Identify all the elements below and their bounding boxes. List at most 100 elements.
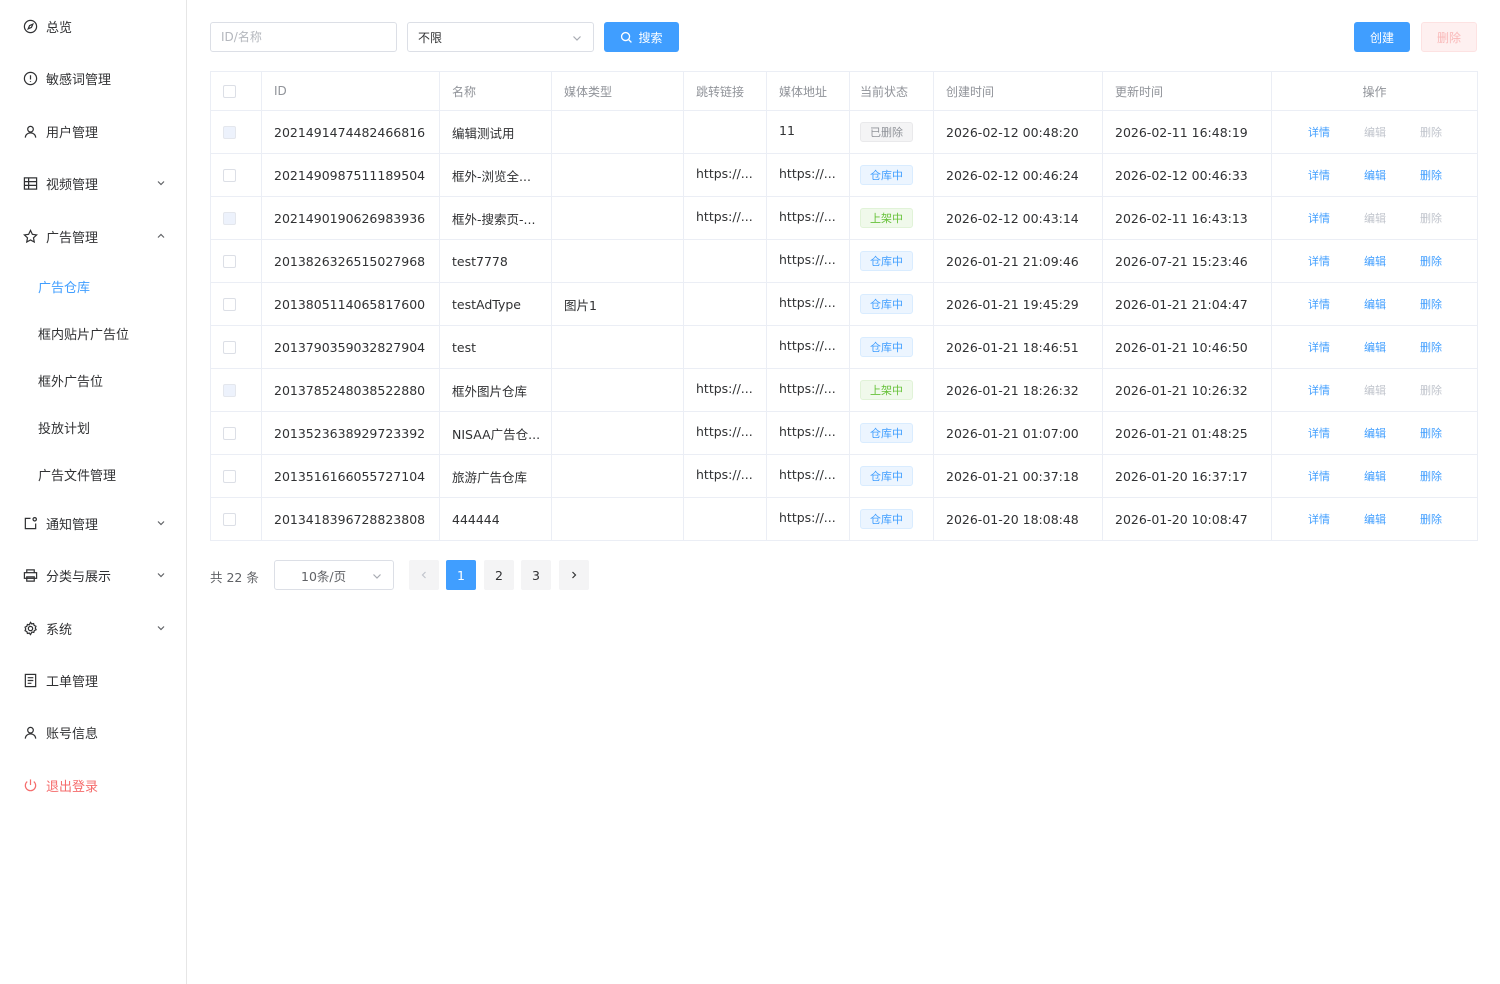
cell-media-type bbox=[552, 369, 684, 411]
row-checkbox-cell bbox=[211, 412, 262, 454]
search-input[interactable] bbox=[210, 22, 397, 52]
cell-state: 仓库中 bbox=[850, 154, 934, 196]
status-badge: 仓库中 bbox=[860, 251, 913, 271]
delete-link[interactable]: 删除 bbox=[1420, 511, 1442, 527]
cell-created: 2026-01-21 00:37:18 bbox=[934, 455, 1103, 497]
sidebar-item-ads[interactable]: 广告管理 bbox=[0, 216, 186, 256]
chevron-right-icon bbox=[569, 568, 579, 583]
page-button-3[interactable]: 3 bbox=[521, 560, 551, 590]
row-checkbox[interactable] bbox=[223, 426, 236, 440]
detail-link[interactable]: 详情 bbox=[1308, 210, 1330, 226]
sidebar-item-categories[interactable]: 分类与展示 bbox=[0, 555, 186, 595]
detail-link[interactable]: 详情 bbox=[1308, 425, 1330, 441]
delete-link[interactable]: 删除 bbox=[1420, 167, 1442, 183]
cell-id: 2013523638929723392 bbox=[262, 412, 440, 454]
cell-media-url: https://... bbox=[767, 412, 850, 454]
create-button[interactable]: 创建 bbox=[1354, 22, 1410, 52]
delete-link[interactable]: 删除 bbox=[1420, 339, 1442, 355]
sidebar-item-videos[interactable]: 视频管理 bbox=[0, 163, 186, 203]
detail-link[interactable]: 详情 bbox=[1308, 296, 1330, 312]
row-checkbox[interactable] bbox=[223, 383, 236, 397]
cell-id: 2021490987511189504 bbox=[262, 154, 440, 196]
sidebar-item-sensitive-words[interactable]: 敏感词管理 bbox=[0, 58, 186, 98]
page-button-1[interactable]: 1 bbox=[446, 560, 476, 590]
cell-media-type bbox=[552, 498, 684, 540]
sidebar-subitem-delivery-plan[interactable]: 投放计划 bbox=[0, 407, 186, 447]
delete-link[interactable]: 删除 bbox=[1420, 425, 1442, 441]
sidebar-item-account[interactable]: 账号信息 bbox=[0, 712, 186, 752]
sidebar-item-label: 账号信息 bbox=[46, 726, 99, 742]
detail-link[interactable]: 详情 bbox=[1308, 339, 1330, 355]
detail-link[interactable]: 详情 bbox=[1308, 382, 1330, 398]
row-checkbox[interactable] bbox=[223, 254, 236, 268]
cell-media-url: https://... bbox=[767, 369, 850, 411]
detail-link[interactable]: 详情 bbox=[1308, 124, 1330, 140]
power-icon bbox=[22, 777, 38, 793]
edit-link[interactable]: 编辑 bbox=[1364, 425, 1386, 441]
page-button-2[interactable]: 2 bbox=[484, 560, 514, 590]
delete-link[interactable]: 删除 bbox=[1420, 382, 1442, 398]
edit-link[interactable]: 编辑 bbox=[1364, 511, 1386, 527]
table-row: 2013523638929723392 NISAA广告仓... https://..… bbox=[211, 412, 1477, 455]
row-checkbox[interactable] bbox=[223, 211, 236, 225]
header-ops: 操作 bbox=[1362, 84, 1387, 99]
row-checkbox[interactable] bbox=[223, 469, 236, 483]
select-all-checkbox[interactable] bbox=[223, 84, 236, 98]
detail-link[interactable]: 详情 bbox=[1308, 511, 1330, 527]
table-row: 2013805114065817600 testAdType 图片1 https://… bbox=[211, 283, 1477, 326]
detail-link[interactable]: 详情 bbox=[1308, 253, 1330, 269]
row-checkbox[interactable] bbox=[223, 512, 236, 526]
row-checkbox[interactable] bbox=[223, 297, 236, 311]
sidebar-item-notifications[interactable]: 通知管理 bbox=[0, 503, 186, 543]
cell-updated: 2026-01-21 01:48:25 bbox=[1103, 412, 1272, 454]
page-size-select[interactable]: 10条/页 bbox=[274, 560, 394, 590]
delete-link[interactable]: 删除 bbox=[1420, 210, 1442, 226]
cell-updated: 2026-01-21 21:04:47 bbox=[1103, 283, 1272, 325]
cell-updated: 2026-01-21 10:26:32 bbox=[1103, 369, 1272, 411]
cell-jump-link bbox=[684, 326, 767, 368]
sidebar-item-overview[interactable]: 总览 bbox=[0, 6, 186, 46]
cell-name: test7778 bbox=[440, 240, 552, 282]
sidebar-subitem-ad-files[interactable]: 广告文件管理 bbox=[0, 454, 186, 494]
cell-media-type bbox=[552, 154, 684, 196]
search-button[interactable]: 搜索 bbox=[604, 22, 679, 52]
row-checkbox[interactable] bbox=[223, 340, 236, 354]
sidebar-subitem-out-frame-slots[interactable]: 框外广告位 bbox=[0, 360, 186, 400]
edit-link[interactable]: 编辑 bbox=[1364, 339, 1386, 355]
sidebar-subitem-ad-repository[interactable]: 广告仓库 bbox=[0, 266, 186, 306]
sidebar-subitem-in-frame-slots[interactable]: 框内贴片广告位 bbox=[0, 313, 186, 353]
cell-media-type bbox=[552, 197, 684, 239]
row-checkbox[interactable] bbox=[223, 168, 236, 182]
detail-link[interactable]: 详情 bbox=[1308, 167, 1330, 183]
cell-created: 2026-01-21 18:26:32 bbox=[934, 369, 1103, 411]
bulk-delete-button[interactable]: 删除 bbox=[1421, 22, 1477, 52]
delete-link[interactable]: 删除 bbox=[1420, 253, 1442, 269]
next-page-button[interactable] bbox=[559, 560, 589, 590]
warning-circle-icon bbox=[22, 70, 38, 86]
prev-page-button[interactable] bbox=[409, 560, 439, 590]
sidebar-item-logout[interactable]: 退出登录 bbox=[0, 765, 186, 805]
sidebar-item-system[interactable]: 系统 bbox=[0, 608, 186, 648]
document-icon bbox=[22, 672, 38, 688]
edit-link[interactable]: 编辑 bbox=[1364, 468, 1386, 484]
chevron-down-icon bbox=[571, 32, 583, 44]
chevron-up-icon bbox=[155, 230, 167, 242]
edit-link[interactable]: 编辑 bbox=[1364, 167, 1386, 183]
detail-link[interactable]: 详情 bbox=[1308, 468, 1330, 484]
edit-link[interactable]: 编辑 bbox=[1364, 296, 1386, 312]
delete-link[interactable]: 删除 bbox=[1420, 468, 1442, 484]
status-select[interactable]: 不限 bbox=[407, 22, 594, 52]
chevron-left-icon bbox=[419, 568, 429, 583]
cell-state: 已删除 bbox=[850, 111, 934, 153]
cell-created: 2026-02-12 00:43:14 bbox=[934, 197, 1103, 239]
edit-link[interactable]: 编辑 bbox=[1364, 382, 1386, 398]
edit-link[interactable]: 编辑 bbox=[1364, 253, 1386, 269]
cell-media-url: https://... bbox=[767, 498, 850, 540]
sidebar-item-tickets[interactable]: 工单管理 bbox=[0, 660, 186, 700]
edit-link[interactable]: 编辑 bbox=[1364, 124, 1386, 140]
sidebar-item-users[interactable]: 用户管理 bbox=[0, 111, 186, 151]
row-checkbox[interactable] bbox=[223, 125, 236, 139]
delete-link[interactable]: 删除 bbox=[1420, 296, 1442, 312]
delete-link[interactable]: 删除 bbox=[1420, 124, 1442, 140]
edit-link[interactable]: 编辑 bbox=[1364, 210, 1386, 226]
